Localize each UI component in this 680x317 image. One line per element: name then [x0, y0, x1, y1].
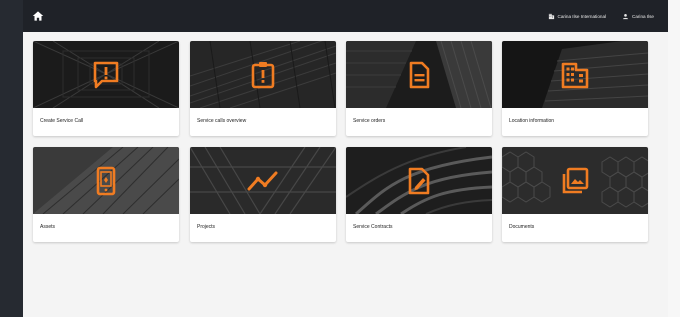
- tile-banner: [33, 147, 179, 214]
- tile-label: Service orders: [353, 118, 386, 124]
- alert-message-icon: [93, 61, 119, 89]
- tile-banner: [502, 41, 648, 108]
- tile-banner: [502, 147, 648, 214]
- company-label: Carina Ilse International: [557, 13, 607, 19]
- tile-banner: [33, 41, 179, 108]
- user-icon: [622, 13, 629, 19]
- user-label: Carina Ilse: [632, 13, 654, 19]
- building-icon: [561, 62, 589, 89]
- tile-service-contracts[interactable]: Service Contracts: [346, 147, 492, 242]
- tile-banner: [190, 147, 336, 214]
- tile-location-information[interactable]: Location information: [502, 41, 648, 136]
- tile-projects[interactable]: Projects: [190, 147, 336, 242]
- tile-label: Projects: [197, 224, 216, 230]
- contract-edit-icon: [408, 167, 430, 195]
- tile-create-service-call[interactable]: Create Service Call: [33, 41, 179, 136]
- images-icon: [562, 167, 589, 194]
- document-icon: [409, 61, 430, 89]
- tile-documents[interactable]: Documents: [502, 147, 648, 242]
- tile-assets[interactable]: Assets: [33, 147, 179, 242]
- tile-label: Service calls overview: [197, 118, 247, 124]
- top-bar: Carina Ilse International Carina Ilse: [23, 0, 668, 32]
- user-menu[interactable]: Carina Ilse: [622, 13, 654, 20]
- home-icon[interactable]: [31, 9, 45, 23]
- tile-banner: [190, 41, 336, 108]
- company-building-icon: [548, 13, 554, 19]
- trend-line-icon: [247, 171, 278, 191]
- tile-label: Service Contracts: [353, 224, 393, 230]
- tile-label: Location information: [509, 118, 555, 124]
- tile-label: Create Service Call: [40, 118, 84, 124]
- right-scroll-area: [668, 0, 680, 317]
- tile-label: Documents: [509, 224, 535, 230]
- top-right-menu: Carina Ilse International Carina Ilse: [548, 0, 654, 32]
- tile-label: Assets: [40, 224, 56, 230]
- tile-service-calls-overview[interactable]: Service calls overview: [190, 41, 336, 136]
- tile-service-orders[interactable]: Service orders: [346, 41, 492, 136]
- left-rail: [0, 0, 23, 317]
- company-menu[interactable]: Carina Ilse International: [548, 13, 607, 20]
- tile-banner: [346, 147, 492, 214]
- alert-clipboard-icon: [251, 62, 275, 89]
- tile-grid: Create Service Call Service calls overvi…: [23, 32, 668, 317]
- device-icon: [96, 166, 116, 196]
- tile-banner: [346, 41, 492, 108]
